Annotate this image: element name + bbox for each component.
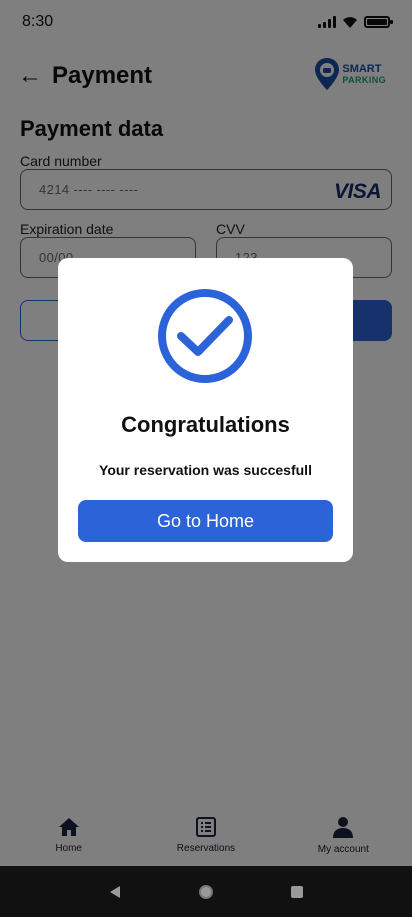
dialog-title: Congratulations bbox=[121, 412, 290, 437]
recents-square-icon[interactable] bbox=[290, 885, 304, 899]
go-to-home-button[interactable]: Go to Home bbox=[78, 500, 333, 542]
home-circle-icon[interactable] bbox=[198, 884, 214, 900]
dialog-message: Your reservation was succesfull bbox=[99, 462, 312, 478]
success-dialog: Congratulations Your reservation was suc… bbox=[58, 258, 353, 562]
system-nav-bar bbox=[0, 866, 412, 917]
back-triangle-icon[interactable] bbox=[108, 885, 122, 899]
check-circle-icon bbox=[158, 289, 252, 383]
